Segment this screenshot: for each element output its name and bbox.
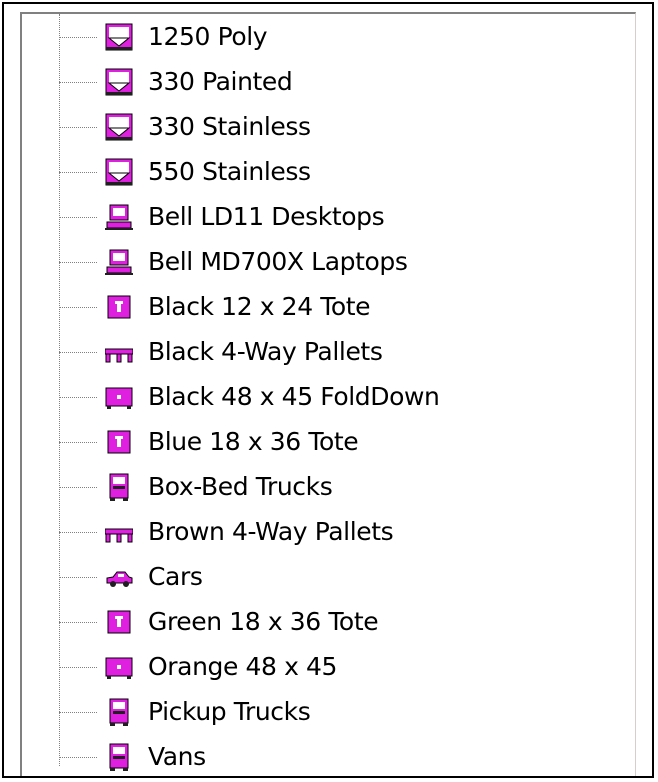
tote-icon <box>104 427 134 457</box>
computer-icon <box>104 202 134 232</box>
tree-item[interactable]: Orange 48 x 45 <box>22 644 439 689</box>
tree-branch-line <box>59 531 97 533</box>
tree-item-label: Cars <box>148 562 203 591</box>
tree-item-label: Bell LD11 Desktops <box>148 202 385 231</box>
tote-icon <box>104 607 134 637</box>
tree-item[interactable]: Brown 4-Way Pallets <box>22 509 439 554</box>
truck-icon <box>104 742 134 772</box>
tree-item-label: Blue 18 x 36 Tote <box>148 427 359 456</box>
tree-item[interactable]: 330 Painted <box>22 59 439 104</box>
tree-branch-line <box>59 396 97 398</box>
tank-icon <box>104 112 134 142</box>
tree-branch-line <box>59 36 97 38</box>
tree-item-label: Box-Bed Trucks <box>148 472 333 501</box>
truck-icon <box>104 697 134 727</box>
tote-icon <box>104 292 134 322</box>
tree-item-label: Green 18 x 36 Tote <box>148 607 379 636</box>
tree-item[interactable]: Blue 18 x 36 Tote <box>22 419 439 464</box>
tree-item-label: 550 Stainless <box>148 157 311 186</box>
pallet-icon <box>104 517 134 547</box>
tree-item-label: Black 4-Way Pallets <box>148 337 383 366</box>
tree-item[interactable]: Green 18 x 36 Tote <box>22 599 439 644</box>
tree-item-list: 1250 Poly 330 Painted 330 Stainless 550 Sta… <box>22 14 440 776</box>
tree-branch-line <box>59 576 97 578</box>
tree-branch-line <box>59 621 97 623</box>
tree-branch-line <box>59 486 97 488</box>
tree-item[interactable]: Black 48 x 45 FoldDown <box>22 374 440 419</box>
tree-branch-line <box>59 666 97 668</box>
tree-branch-line <box>59 351 97 353</box>
tree-item[interactable]: Bell MD700X Laptops <box>22 239 439 284</box>
tank-icon <box>104 157 134 187</box>
tree-branch-line <box>59 711 97 713</box>
tree-item-label: Black 48 x 45 FoldDown <box>148 382 440 411</box>
tree-item[interactable]: Vans <box>22 734 439 776</box>
tree-branch-line <box>59 171 97 173</box>
tree-item[interactable]: Black 12 x 24 Tote <box>22 284 439 329</box>
tree-item[interactable]: 330 Stainless <box>22 104 439 149</box>
tree-item[interactable]: Box-Bed Trucks <box>22 464 439 509</box>
tree-item-label: 330 Stainless <box>148 112 311 141</box>
bin-icon <box>104 652 134 682</box>
truck-icon <box>104 472 134 502</box>
bin-icon <box>104 382 134 412</box>
tree-item-label: Brown 4-Way Pallets <box>148 517 394 546</box>
tree-branch-line <box>59 261 97 263</box>
tree-item[interactable]: Pickup Trucks <box>22 689 439 734</box>
tree-branch-line <box>59 756 97 758</box>
tree-item-label: Pickup Trucks <box>148 697 311 726</box>
pallet-icon <box>104 337 134 367</box>
car-icon <box>104 562 134 592</box>
tree-item-label: Orange 48 x 45 <box>148 652 338 681</box>
tree-item[interactable]: Black 4-Way Pallets <box>22 329 439 374</box>
tree-branch-line <box>59 216 97 218</box>
tree-view-panel: 1250 Poly 330 Painted 330 Stainless 550 Sta… <box>2 2 654 778</box>
tree-branch-line <box>59 81 97 83</box>
tree-view[interactable]: 1250 Poly 330 Painted 330 Stainless 550 Sta… <box>20 12 636 776</box>
tree-item-label: 330 Painted <box>148 67 293 96</box>
tree-item[interactable]: Bell LD11 Desktops <box>22 194 439 239</box>
tree-branch-line <box>59 126 97 128</box>
tree-branch-line <box>59 441 97 443</box>
tree-item-label: 1250 Poly <box>148 22 268 51</box>
tree-item-label: Bell MD700X Laptops <box>148 247 408 276</box>
tree-item[interactable]: 1250 Poly <box>22 14 439 59</box>
tree-item-label: Vans <box>148 742 206 771</box>
tree-item[interactable]: Cars <box>22 554 439 599</box>
computer-icon <box>104 247 134 277</box>
tank-icon <box>104 22 134 52</box>
tree-branch-line <box>59 306 97 308</box>
tree-item[interactable]: 550 Stainless <box>22 149 439 194</box>
tank-icon <box>104 67 134 97</box>
tree-item-label: Black 12 x 24 Tote <box>148 292 371 321</box>
